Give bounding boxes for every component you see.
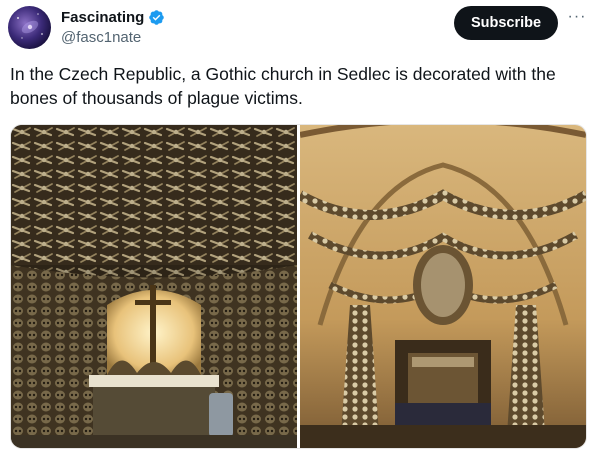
ossuary-chandelier-photo[interactable] [300,125,586,448]
tweet-card: Fascinating @fasc1nate Subscribe ··· In … [0,0,600,457]
author-block: Fascinating @fasc1nate [61,7,165,46]
altar-image [11,125,297,448]
ossuary-altar-photo[interactable] [11,125,297,448]
more-options-icon[interactable]: ··· [565,9,589,30]
subscribe-button[interactable]: Subscribe [454,6,558,40]
author-avatar[interactable] [8,6,51,49]
galaxy-icon [17,13,43,39]
name-row: Fascinating [61,7,165,27]
verified-badge-icon [149,9,165,25]
tweet-text: In the Czech Republic, a Gothic church i… [10,64,556,108]
media-grid [10,124,587,449]
author-handle[interactable]: @fasc1nate [61,29,165,46]
chandelier-image [300,125,586,448]
author-display-name[interactable]: Fascinating [61,9,144,26]
